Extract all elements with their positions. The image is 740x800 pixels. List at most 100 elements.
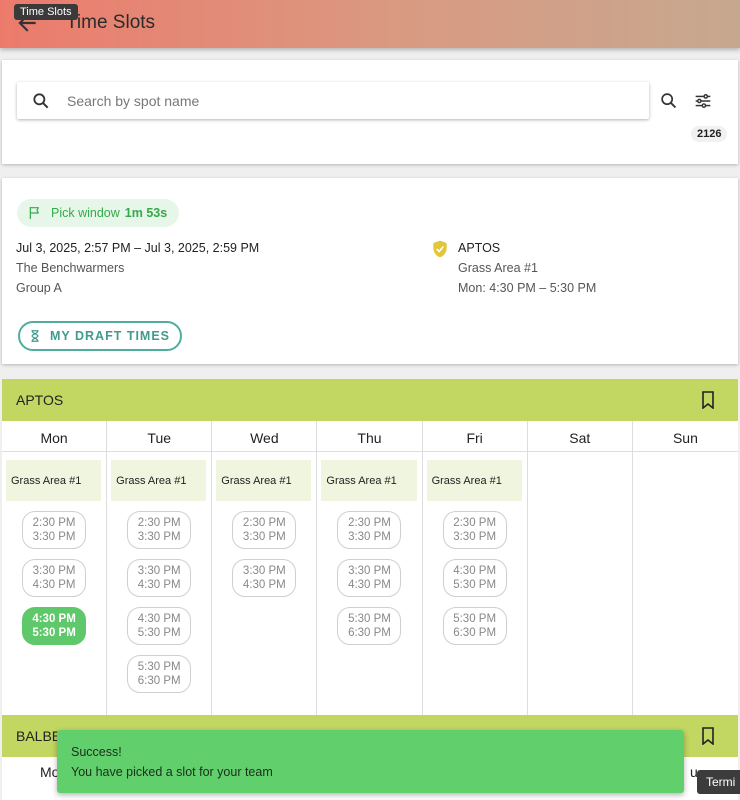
slot-end: 4:30 PM: [137, 579, 181, 591]
time-slot[interactable]: 2:30 PM 3:30 PM: [337, 511, 402, 549]
time-slot[interactable]: 5:30 PM 6:30 PM: [442, 607, 507, 645]
time-slot[interactable]: 2:30 PM 3:30 PM: [127, 511, 192, 549]
time-slot[interactable]: 4:30 PM 5:30 PM: [127, 607, 192, 645]
slot-start: 2:30 PM: [242, 517, 286, 529]
time-slot[interactable]: 3:30 PM 4:30 PM: [22, 559, 87, 597]
time-slot[interactable]: 5:30 PM 6:30 PM: [127, 655, 192, 693]
area-label: Grass Area #1: [111, 460, 207, 501]
slot-end: 3:30 PM: [453, 531, 497, 543]
toast-message: You have picked a slot for your team: [71, 765, 273, 779]
time-slot[interactable]: 5:30 PM 6:30 PM: [337, 607, 402, 645]
slot-start: 4:30 PM: [453, 565, 497, 577]
my-draft-times-label: MY DRAFT TIMES: [50, 329, 171, 343]
slot-start: 2:30 PM: [348, 517, 391, 529]
picked-area: Grass Area #1: [458, 261, 538, 275]
time-slot[interactable]: 3:30 PM 4:30 PM: [337, 559, 402, 597]
day-header: Sun: [632, 421, 738, 452]
search-bar: [17, 82, 649, 119]
slot-start: 3:30 PM: [242, 565, 286, 577]
my-draft-times-button[interactable]: MY DRAFT TIMES: [18, 321, 183, 351]
pick-dates: Jul 3, 2025, 2:57 PM – Jul 3, 2025, 2:59…: [16, 241, 260, 255]
slot-start: 5:30 PM: [137, 661, 181, 673]
section-header: APTOS: [2, 379, 738, 421]
slot-start: 4:30 PM: [137, 613, 181, 625]
picked-location: APTOS: [458, 241, 501, 255]
pick-info-card: Pick window 1m 53s Jul 3, 2025, 2:57 PM …: [2, 178, 738, 364]
day-column: Thu Grass Area #1 2:30 PM 3:30 PM 3:30 PM 4:3…: [317, 421, 423, 715]
slot-end: 6:30 PM: [137, 675, 181, 687]
slot-end: 4:30 PM: [32, 579, 76, 591]
app-header: Time Slots: [0, 0, 740, 48]
day-header: Tue: [107, 421, 212, 452]
slot-end: 4:30 PM: [348, 579, 391, 591]
slot-start: 3:30 PM: [348, 565, 391, 577]
day-column: Wed Grass Area #1 2:30 PM 3:30 PM 3:30 PM 4:3…: [212, 421, 318, 715]
section-title: BALBE: [16, 728, 62, 744]
result-count-badge: 2126: [691, 126, 728, 142]
day-header: Sat: [527, 421, 632, 452]
success-toast[interactable]: Success! You have picked a slot for your…: [57, 730, 684, 793]
toast-title: Success!: [71, 745, 122, 759]
search-button-icon[interactable]: [658, 90, 680, 112]
title-tooltip: Time Slots: [14, 4, 78, 20]
time-slot-selected[interactable]: 4:30 PM 5:30 PM: [22, 607, 87, 645]
slot-start: 2:30 PM: [137, 517, 181, 529]
pick-window-label: Pick window: [51, 206, 120, 220]
hourglass-icon: [31, 330, 39, 342]
day-column: Sun: [632, 421, 738, 715]
day-header: Mon: [2, 421, 107, 452]
time-slot[interactable]: 3:30 PM 4:30 PM: [232, 559, 297, 597]
time-slot[interactable]: 3:30 PM 4:30 PM: [127, 559, 192, 597]
time-slot[interactable]: 2:30 PM 3:30 PM: [232, 511, 297, 549]
picked-slot-details: APTOS Grass Area #1 Mon: 4:30 PM – 5:30 …: [458, 238, 596, 298]
slot-end: 5:30 PM: [137, 627, 181, 639]
search-icon: [33, 93, 49, 109]
area-label: Grass Area #1: [426, 460, 522, 501]
filter-sliders-icon[interactable]: [692, 90, 714, 112]
day-column: Tue Grass Area #1 2:30 PM 3:30 PM 3:30 PM 4:3…: [107, 421, 213, 715]
pick-window-chip: Pick window 1m 53s: [17, 199, 180, 227]
picked-slot: Mon: 4:30 PM – 5:30 PM: [458, 281, 597, 295]
pick-details: Jul 3, 2025, 2:57 PM – Jul 3, 2025, 2:59…: [16, 238, 259, 298]
slot-end: 3:30 PM: [137, 531, 181, 543]
time-slot[interactable]: 4:30 PM 5:30 PM: [442, 559, 507, 597]
area-label: Grass Area #1: [6, 460, 102, 501]
day-column: Mon Grass Area #1 2:30 PM 3:30 PM 3:30 PM 4:3…: [2, 421, 108, 715]
shield-check-icon: [433, 240, 447, 258]
slot-start: 2:30 PM: [32, 517, 76, 529]
day-header: Thu: [317, 421, 422, 452]
slot-end: 3:30 PM: [348, 531, 391, 543]
day-header: Fri: [422, 421, 527, 452]
page-title: Time Slots: [66, 12, 156, 33]
slot-end: 5:30 PM: [32, 627, 76, 639]
time-slot[interactable]: 2:30 PM 3:30 PM: [442, 511, 507, 549]
day-column: Sat: [527, 421, 633, 715]
day-column: Fri Grass Area #1 2:30 PM 3:30 PM 4:30 PM 5:3…: [422, 421, 528, 715]
search-card: 2126: [2, 60, 738, 164]
section-title: APTOS: [16, 392, 64, 408]
slot-end: 6:30 PM: [453, 627, 497, 639]
slot-start: 2:30 PM: [453, 517, 497, 529]
terminal-tooltip: Termi: [697, 770, 740, 794]
slot-start: 5:30 PM: [348, 613, 391, 625]
slot-start: 3:30 PM: [32, 565, 76, 577]
slot-end: 3:30 PM: [32, 531, 76, 543]
slot-start: 3:30 PM: [137, 565, 181, 577]
bookmark-icon[interactable]: [700, 391, 716, 409]
bookmark-icon[interactable]: [700, 727, 716, 745]
schedule-section-aptos: APTOS Mon Grass Area #1 2:30 PM 3:30 PM 3:30…: [2, 379, 738, 715]
time-slot[interactable]: 2:30 PM 3:30 PM: [22, 511, 87, 549]
slot-end: 4:30 PM: [242, 579, 286, 591]
team-name: The Benchwarmers: [16, 261, 125, 275]
slot-start: 5:30 PM: [453, 613, 497, 625]
slot-start: 4:30 PM: [32, 613, 76, 625]
pick-window-timer: 1m 53s: [124, 206, 168, 220]
search-input[interactable]: [65, 90, 629, 112]
area-label: Grass Area #1: [216, 460, 312, 501]
slot-end: 5:30 PM: [453, 579, 497, 591]
week-grid: Mon Grass Area #1 2:30 PM 3:30 PM 3:30 PM 4:3…: [2, 421, 738, 715]
slot-end: 6:30 PM: [348, 627, 391, 639]
day-header: Wed: [212, 421, 317, 452]
slot-end: 3:30 PM: [242, 531, 286, 543]
group-name: Group A: [16, 281, 62, 295]
